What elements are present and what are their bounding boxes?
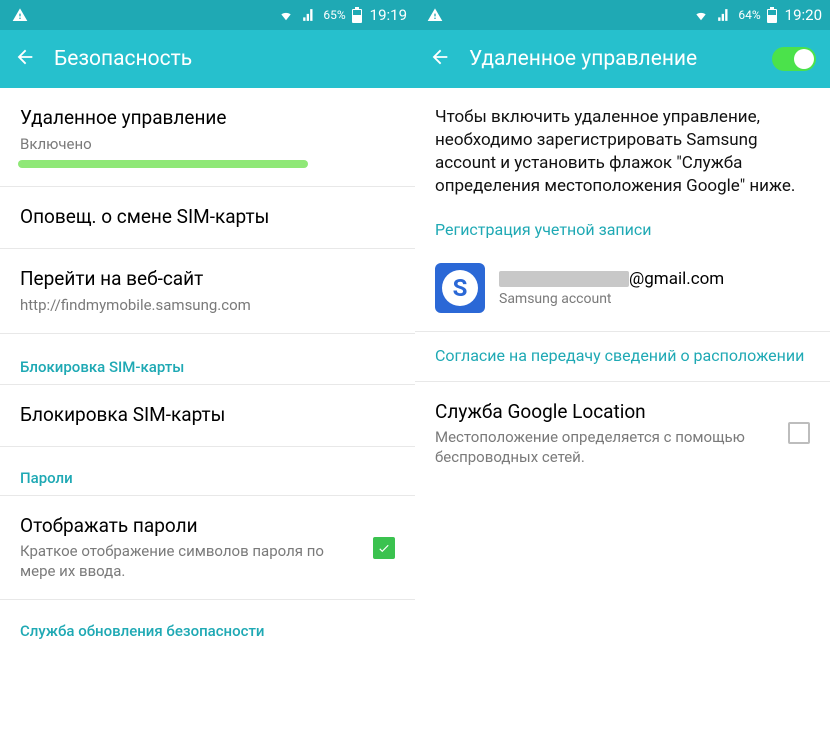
- section-passwords: Пароли: [0, 447, 415, 496]
- page-title: Удаленное управление: [469, 47, 754, 71]
- toggle-remote-control[interactable]: [772, 47, 816, 71]
- wifi-icon: [277, 8, 295, 22]
- battery-percent: 65%: [323, 8, 345, 22]
- battery-icon: [767, 7, 777, 23]
- item-title: Служба Google Location: [435, 400, 778, 425]
- item-title: Отображать пароли: [20, 514, 363, 539]
- item-sim-lock[interactable]: Блокировка SIM-карты: [0, 385, 415, 447]
- battery-icon: [352, 7, 362, 23]
- content: Чтобы включить удаленное управление, нео…: [415, 88, 830, 485]
- highlight-bar: [18, 160, 308, 168]
- account-label: Samsung account: [499, 291, 724, 307]
- page-title: Безопасность: [54, 47, 401, 71]
- status-bar: 65% 19:19: [0, 0, 415, 30]
- email-suffix: @gmail.com: [629, 269, 724, 289]
- item-title: Удаленное управление: [20, 106, 395, 131]
- warning-icon: [12, 7, 28, 23]
- checkbox-google-location[interactable]: [788, 422, 810, 444]
- item-subtitle: Местоположение определяется с помощью бе…: [435, 428, 778, 467]
- account-row[interactable]: S @gmail.com Samsung account: [415, 257, 830, 332]
- item-remote-control[interactable]: Удаленное управление Включено: [0, 88, 415, 187]
- back-button[interactable]: [429, 46, 451, 72]
- section-sim-lock: Блокировка SIM-карты: [0, 334, 415, 385]
- redacted-email: [499, 271, 629, 287]
- screen-remote-control: 64% 19:20 Удаленное управление Чтобы вкл…: [415, 0, 830, 738]
- item-title: Оповещ. о смене SIM-карты: [20, 205, 395, 230]
- wifi-icon: [692, 8, 710, 22]
- item-subtitle: Краткое отображение символов пароля по м…: [20, 542, 363, 581]
- item-title: Блокировка SIM-карты: [20, 403, 395, 428]
- info-text: Чтобы включить удаленное управление, нео…: [415, 88, 830, 214]
- battery-percent: 64%: [738, 8, 760, 22]
- item-google-location[interactable]: Служба Google Location Местоположение оп…: [415, 382, 830, 486]
- signal-icon: [301, 8, 317, 22]
- settings-list: Удаленное управление Включено Оповещ. о …: [0, 88, 415, 648]
- checkbox-show-passwords[interactable]: [373, 537, 395, 559]
- item-sim-alert[interactable]: Оповещ. о смене SIM-карты: [0, 187, 415, 249]
- account-text: @gmail.com Samsung account: [499, 269, 724, 307]
- signal-icon: [716, 8, 732, 22]
- item-title: Перейти на веб-сайт: [20, 267, 395, 292]
- link-register-account[interactable]: Регистрация учетной записи: [415, 214, 830, 257]
- app-bar: Безопасность: [0, 30, 415, 88]
- status-bar: 64% 19:20: [415, 0, 830, 30]
- item-subtitle: Включено: [20, 135, 395, 155]
- status-time: 19:19: [370, 6, 407, 24]
- link-location-consent[interactable]: Согласие на передачу сведений о располож…: [415, 332, 830, 382]
- warning-icon: [427, 7, 443, 23]
- samsung-account-icon: S: [435, 263, 485, 313]
- screen-security: 65% 19:19 Безопасность Удаленное управле…: [0, 0, 415, 738]
- back-button[interactable]: [14, 46, 36, 72]
- app-bar: Удаленное управление: [415, 30, 830, 88]
- item-subtitle: http://findmymobile.samsung.com: [20, 296, 395, 316]
- link-security-update[interactable]: Служба обновления безопасности: [0, 600, 415, 648]
- item-website[interactable]: Перейти на веб-сайт http://findmymobile.…: [0, 249, 415, 334]
- item-show-passwords[interactable]: Отображать пароли Краткое отображение си…: [0, 496, 415, 601]
- status-time: 19:20: [785, 6, 822, 24]
